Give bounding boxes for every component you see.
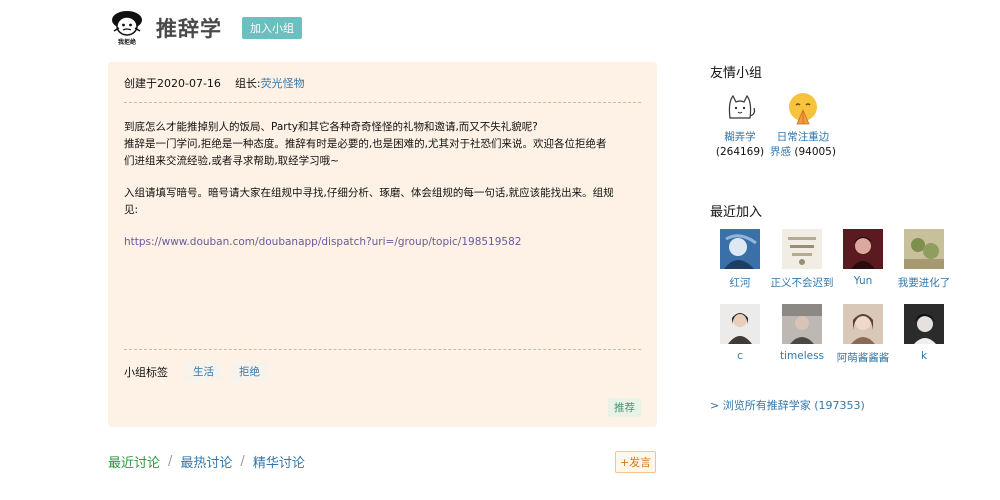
friend-groups-heading: 友情小组 [710,66,763,81]
friend-group-name-line[interactable]: 界感 [770,146,791,158]
member-avatar[interactable] [720,229,760,269]
member-name[interactable]: 红河 [705,275,775,290]
member-name[interactable]: timeless [767,350,837,362]
member-item[interactable]: 我要进化了 [889,229,959,290]
member-avatar[interactable] [720,304,760,344]
tab-featured[interactable]: 精华讨论 [253,452,305,471]
desc-line: 们进组来交流经验,或者寻求帮助,取经学习哦~ [124,155,339,167]
praying-emoji-icon [783,88,823,128]
leader-link[interactable]: 荧光怪物 [261,75,305,91]
member-avatar[interactable] [782,304,822,344]
divider [124,102,641,103]
desc-line: 入组请填写暗号。暗号请大家在组规中寻找,仔细分析、琢磨、体会组规的每一句话,就应… [124,187,614,199]
tag-reject[interactable]: 拒绝 [231,362,268,381]
group-info-card: 创建于2020-07-16 组长: 荧光怪物 到底怎么才能推掉别人的饭局、Par… [108,62,657,427]
recent-members-heading: 最近加入 [710,205,763,220]
cat-avatar-icon [720,88,760,128]
member-avatar[interactable] [904,304,944,344]
member-name[interactable]: 阿萌酱酱酱 [828,350,898,365]
tab-separator: / [240,454,245,469]
member-item[interactable]: 正义不会迟到 [767,229,837,290]
leader-label: 组长: [234,77,261,90]
friend-group-count: (94005) [794,146,836,158]
divider [124,349,641,350]
desc-line: 到底怎么才能推掉别人的饭局、Party和其它各种奇奇怪怪的礼物和邀请,而又不失礼… [124,121,538,133]
friend-group-count: (264169) [715,146,765,158]
group-meta: 创建于2020-07-16 组长: 荧光怪物 [124,75,305,91]
desc-line: 推辞是一门学问,拒绝是一种态度。推辞有时是必要的,也是困难的,尤其对于社恐们来说… [124,138,607,150]
member-item[interactable]: 阿萌酱酱酱 [828,304,898,365]
browse-all-members-link[interactable]: > 浏览所有推辞学家 (197353) [710,397,865,413]
friend-group-name[interactable]: 糊弄学 [710,130,770,145]
rejecting-face-icon [112,11,142,36]
member-name[interactable]: Yun [828,275,898,287]
tab-hot[interactable]: 最热讨论 [180,452,232,471]
member-avatar[interactable] [782,229,822,269]
tab-recent[interactable]: 最近讨论 [108,452,160,471]
member-name[interactable]: c [705,350,775,362]
member-item[interactable]: k [889,304,959,362]
post-button[interactable]: +发言 [615,451,656,473]
group-header: 我拒绝 推辞学 加入小组 [108,8,302,48]
recommend-button[interactable]: 推荐 [608,398,641,417]
tab-separator: / [168,454,173,469]
discussion-tabs: 最近讨论 / 最热讨论 / 精华讨论 [108,452,305,471]
member-item[interactable]: timeless [767,304,837,362]
group-tags: 小组标签 生活 拒绝 [124,362,268,381]
member-avatar[interactable] [843,304,883,344]
member-name[interactable]: k [889,350,959,362]
group-description: 到底怎么才能推掉别人的饭局、Party和其它各种奇奇怪怪的礼物和邀请,而又不失礼… [124,119,644,251]
page-title: 推辞学 [156,17,222,41]
member-item[interactable]: c [705,304,775,362]
member-avatar[interactable] [843,229,883,269]
desc-line: 见: [124,204,139,216]
rules-link[interactable]: https://www.douban.com/doubanapp/dispatc… [124,234,644,251]
member-name[interactable]: 正义不会迟到 [767,275,837,290]
member-item[interactable]: Yun [828,229,898,287]
tag-life[interactable]: 生活 [185,362,222,381]
member-avatar[interactable] [904,229,944,269]
group-logo[interactable]: 我拒绝 [108,9,146,47]
tags-label: 小组标签 [124,365,168,379]
member-item[interactable]: 红河 [705,229,775,290]
friend-group-item[interactable]: 日常注重边 界感 (94005) [770,88,836,160]
created-date: 创建于2020-07-16 [124,77,221,90]
friend-group-name-line[interactable]: 日常注重边 [777,131,830,143]
logo-caption: 我拒绝 [117,39,136,46]
join-group-button[interactable]: 加入小组 [242,17,302,39]
member-name[interactable]: 我要进化了 [889,275,959,290]
friend-group-item[interactable]: 糊弄学 (264169) [710,88,770,160]
